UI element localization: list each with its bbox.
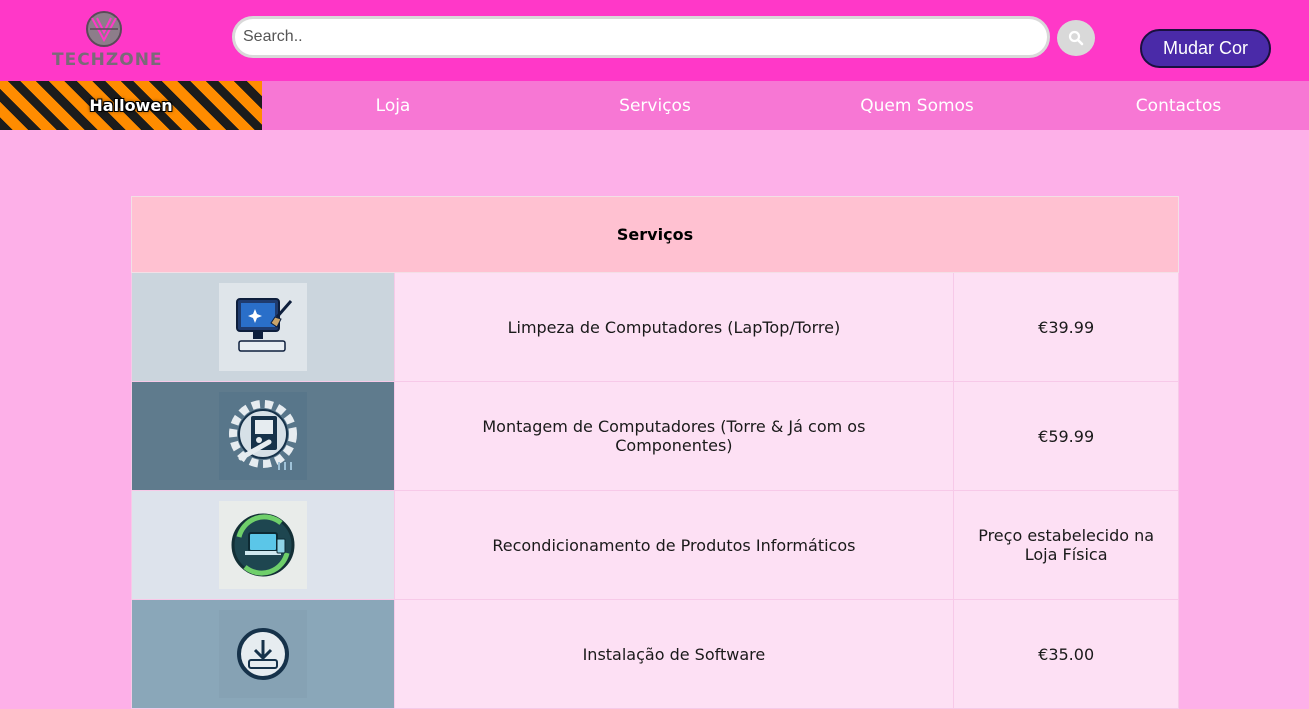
service-price: €35.00 [953,599,1179,709]
logo-text: TECHZONE [52,50,163,70]
nav-item-loja[interactable]: Loja [262,81,524,130]
service-image-cell [131,381,395,491]
nav-item-quem-somos[interactable]: Quem Somos [786,81,1048,130]
nav-item-servicos[interactable]: Serviços [524,81,786,130]
header-bar: TECHZONE Mudar Cor [0,0,1309,81]
computer-assembly-icon [218,392,307,480]
software-install-icon [218,610,307,698]
table-row: Montagem de Computadores (Torre & Já com… [131,381,1179,491]
service-image-cell [131,599,395,709]
service-price: €59.99 [953,381,1179,491]
services-table: Serviços Limpeza de Computadores (LapTop… [131,196,1179,709]
change-color-button[interactable]: Mudar Cor [1140,29,1271,68]
table-row: Limpeza de Computadores (LapTop/Torre) €… [131,272,1179,382]
service-price: Preço estabelecido na Loja Física [953,490,1179,600]
table-header-row: Serviços [131,196,1179,273]
service-name: Instalação de Software [393,599,955,709]
service-image-cell [131,490,395,600]
nav-item-halloween[interactable]: Hallowen [0,81,262,130]
search-input[interactable] [232,16,1050,58]
techzone-logo[interactable]: TECHZONE [52,10,163,76]
search-button[interactable] [1057,20,1095,56]
service-price: €39.99 [953,272,1179,382]
service-name: Limpeza de Computadores (LapTop/Torre) [393,272,955,382]
table-row: Recondicionamento de Produtos Informátic… [131,490,1179,600]
services-title: Serviços [131,196,1179,273]
computer-cleaning-icon [218,283,307,371]
service-name: Montagem de Computadores (Torre & Já com… [393,381,955,491]
logo-emblem-icon [86,11,122,47]
refurbish-icon [218,501,307,589]
search-icon [1068,30,1084,46]
table-row: Instalação de Software €35.00 [131,599,1179,709]
main-nav: Hallowen Loja Serviços Quem Somos Contac… [0,81,1309,130]
service-image-cell [131,272,395,382]
nav-item-contactos[interactable]: Contactos [1048,81,1309,130]
service-name: Recondicionamento de Produtos Informátic… [393,490,955,600]
